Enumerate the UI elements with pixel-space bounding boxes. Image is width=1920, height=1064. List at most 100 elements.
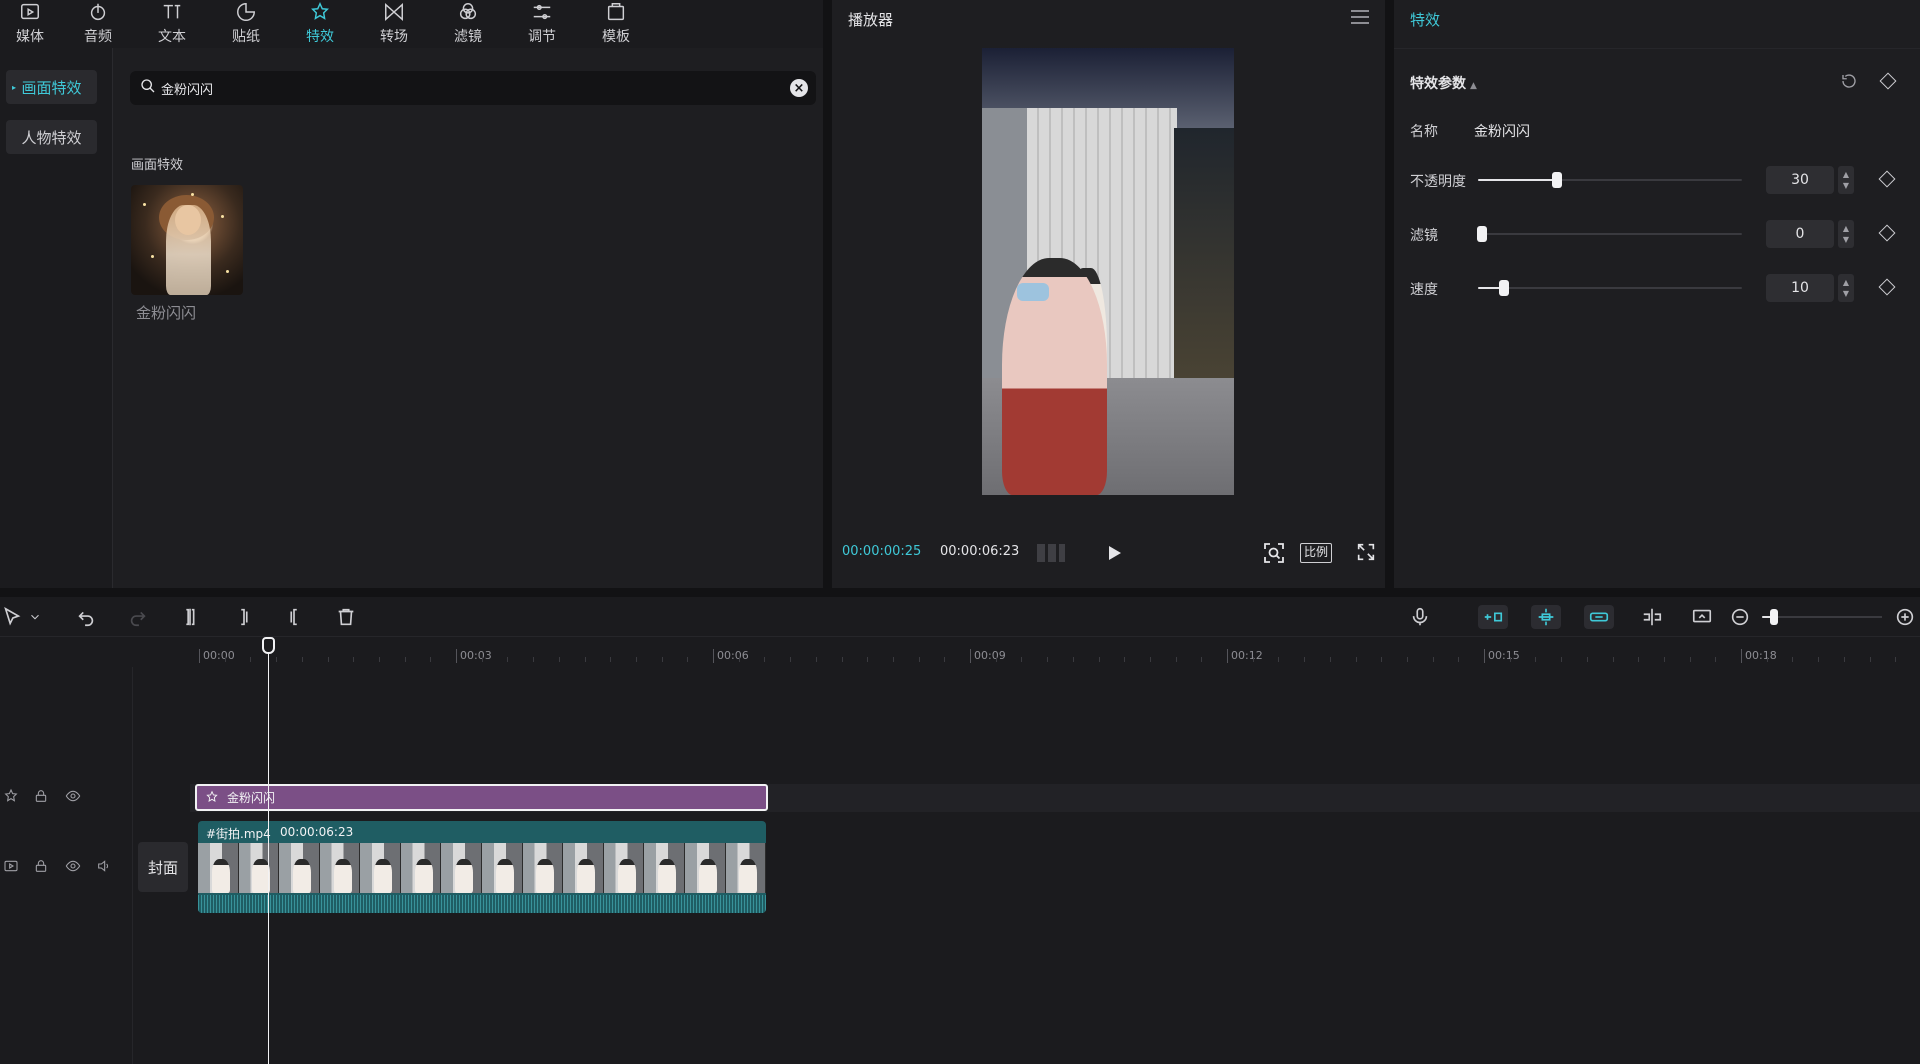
video-preview[interactable] bbox=[982, 48, 1234, 495]
keyframe-icon[interactable] bbox=[1878, 224, 1896, 242]
redo-button[interactable] bbox=[126, 605, 150, 629]
undo-button[interactable] bbox=[74, 605, 98, 629]
opacity-input[interactable]: 30 bbox=[1766, 166, 1834, 194]
ruler-tick-minor bbox=[1252, 657, 1254, 662]
tab-effect-params[interactable]: 特效 bbox=[1410, 9, 1440, 30]
speed-stepper[interactable]: ▲ ▼ bbox=[1838, 274, 1854, 302]
chevron-down-icon bbox=[31, 614, 39, 620]
timeline-zoom-slider[interactable] bbox=[1762, 609, 1882, 625]
category-item-people-effects[interactable]: 人物特效 bbox=[6, 120, 97, 154]
ruler-tick-minor bbox=[1586, 657, 1588, 662]
param-speed-row: 速度 10 ▲ ▼ bbox=[1410, 273, 1910, 303]
slider-knob[interactable] bbox=[1499, 280, 1510, 296]
ruler-tick-minor bbox=[1098, 657, 1100, 662]
close-icon: × bbox=[793, 80, 805, 96]
current-time: 00:00:00:25 bbox=[842, 544, 922, 559]
keyframe-icon[interactable] bbox=[1878, 278, 1896, 296]
split-button[interactable] bbox=[178, 605, 202, 629]
record-voice-button[interactable] bbox=[1408, 605, 1432, 629]
slider-knob[interactable] bbox=[1552, 172, 1563, 188]
undo-icon bbox=[78, 611, 94, 627]
filter-slider[interactable] bbox=[1477, 226, 1742, 242]
tab-template[interactable]: 模板 bbox=[586, 0, 646, 48]
slider-knob[interactable] bbox=[1477, 226, 1487, 242]
preview-axis-button[interactable] bbox=[1640, 605, 1664, 629]
ruler-tick-minor bbox=[1509, 657, 1511, 662]
clip-frame bbox=[644, 843, 685, 893]
tab-filter[interactable]: 滤镜 bbox=[438, 0, 498, 48]
delete-button[interactable] bbox=[334, 605, 358, 629]
audio-meter-icon bbox=[1037, 544, 1065, 562]
zoom-in-button[interactable] bbox=[1893, 605, 1917, 629]
cover-button[interactable]: 封面 bbox=[138, 842, 188, 892]
video-clip[interactable]: #街拍.mp4 00:00:06:23 bbox=[198, 821, 766, 913]
opacity-slider[interactable] bbox=[1478, 172, 1742, 188]
tab-effects[interactable]: 特效 bbox=[290, 0, 350, 48]
tab-label: 贴纸 bbox=[232, 29, 260, 45]
effect-thumbnail[interactable] bbox=[131, 185, 243, 295]
tab-transition[interactable]: 转场 bbox=[364, 0, 424, 48]
ruler-tick-minor bbox=[1355, 657, 1357, 662]
tab-text[interactable]: 文本 bbox=[142, 0, 202, 48]
ruler-tick-label: 00:00 bbox=[199, 649, 235, 663]
preview-axis-icon bbox=[1643, 608, 1662, 626]
tab-sticker[interactable]: 贴纸 bbox=[216, 0, 276, 48]
clip-frame bbox=[279, 843, 320, 893]
ruler-tick-minor bbox=[867, 657, 869, 662]
ruler-tick-minor bbox=[635, 657, 637, 662]
tab-audio[interactable]: 音频 bbox=[68, 0, 128, 48]
hide-track-icon[interactable] bbox=[65, 788, 83, 806]
fit-timeline-button[interactable] bbox=[1690, 605, 1714, 629]
select-tool-button[interactable] bbox=[0, 605, 24, 629]
lock-track-icon[interactable] bbox=[33, 858, 51, 876]
ruler-tick-minor bbox=[764, 657, 766, 662]
keyframe-icon[interactable] bbox=[1878, 170, 1896, 188]
param-label: 不透明度 bbox=[1410, 174, 1466, 190]
player-menu-icon[interactable] bbox=[1351, 10, 1369, 26]
speed-slider[interactable] bbox=[1478, 280, 1742, 296]
player-title: 播放器 bbox=[848, 11, 894, 29]
ruler-tick-minor bbox=[481, 657, 483, 662]
slider-knob[interactable] bbox=[1770, 609, 1778, 625]
opacity-stepper[interactable]: ▲ ▼ bbox=[1838, 166, 1854, 194]
tab-adjust[interactable]: 调节 bbox=[512, 0, 572, 48]
clear-search-button[interactable]: × bbox=[790, 79, 808, 97]
audio-icon bbox=[86, 0, 110, 24]
aspect-ratio-button[interactable]: 比例 bbox=[1300, 543, 1333, 563]
time-ruler[interactable]: 00:00 00:03 00:06 00:09 00:12 00:15 00:18 bbox=[133, 637, 1920, 667]
trim-left-button[interactable] bbox=[232, 605, 256, 629]
reset-button[interactable] bbox=[1840, 72, 1858, 90]
filter-stepper[interactable]: ▲ ▼ bbox=[1838, 220, 1854, 248]
playhead[interactable] bbox=[268, 647, 269, 1064]
auto-snap-toggle[interactable] bbox=[1531, 605, 1561, 629]
lock-track-icon[interactable] bbox=[33, 788, 51, 806]
timeline-toolbar bbox=[0, 597, 1920, 637]
play-button[interactable] bbox=[1102, 541, 1126, 565]
cursor-icon bbox=[4, 606, 21, 626]
trim-right-button[interactable] bbox=[282, 605, 306, 629]
search-input[interactable] bbox=[161, 80, 761, 96]
ruler-tick-minor bbox=[738, 657, 740, 662]
fit-zoom-button[interactable] bbox=[1262, 541, 1286, 565]
microphone-icon bbox=[1412, 607, 1428, 626]
zoom-out-button[interactable] bbox=[1728, 605, 1752, 629]
hide-track-icon[interactable] bbox=[65, 858, 83, 876]
results-section-title: 画面特效 bbox=[131, 158, 184, 173]
filter-input[interactable]: 0 bbox=[1766, 220, 1834, 248]
params-section-title[interactable]: 特效参数 ▲ bbox=[1410, 73, 1477, 93]
mute-track-icon[interactable] bbox=[96, 858, 114, 876]
playhead-handle[interactable] bbox=[262, 637, 275, 654]
keyframe-all-button[interactable] bbox=[1879, 72, 1897, 90]
ruler-tick-minor bbox=[1689, 657, 1691, 662]
select-tool-dropdown[interactable] bbox=[28, 605, 42, 629]
tab-media[interactable]: 媒体 bbox=[0, 0, 60, 48]
fullscreen-button[interactable] bbox=[1355, 541, 1377, 563]
linkage-toggle[interactable] bbox=[1584, 605, 1614, 629]
tab-label: 模板 bbox=[602, 29, 630, 45]
speed-input[interactable]: 10 bbox=[1766, 274, 1834, 302]
ruler-tick-minor bbox=[1458, 657, 1460, 662]
effect-clip[interactable]: 金粉闪闪 bbox=[195, 784, 768, 811]
caret-up-icon: ▲ bbox=[1470, 81, 1477, 91]
category-item-screen-effects[interactable]: ▸ 画面特效 bbox=[6, 70, 97, 104]
main-track-magnet-toggle[interactable] bbox=[1478, 605, 1508, 629]
